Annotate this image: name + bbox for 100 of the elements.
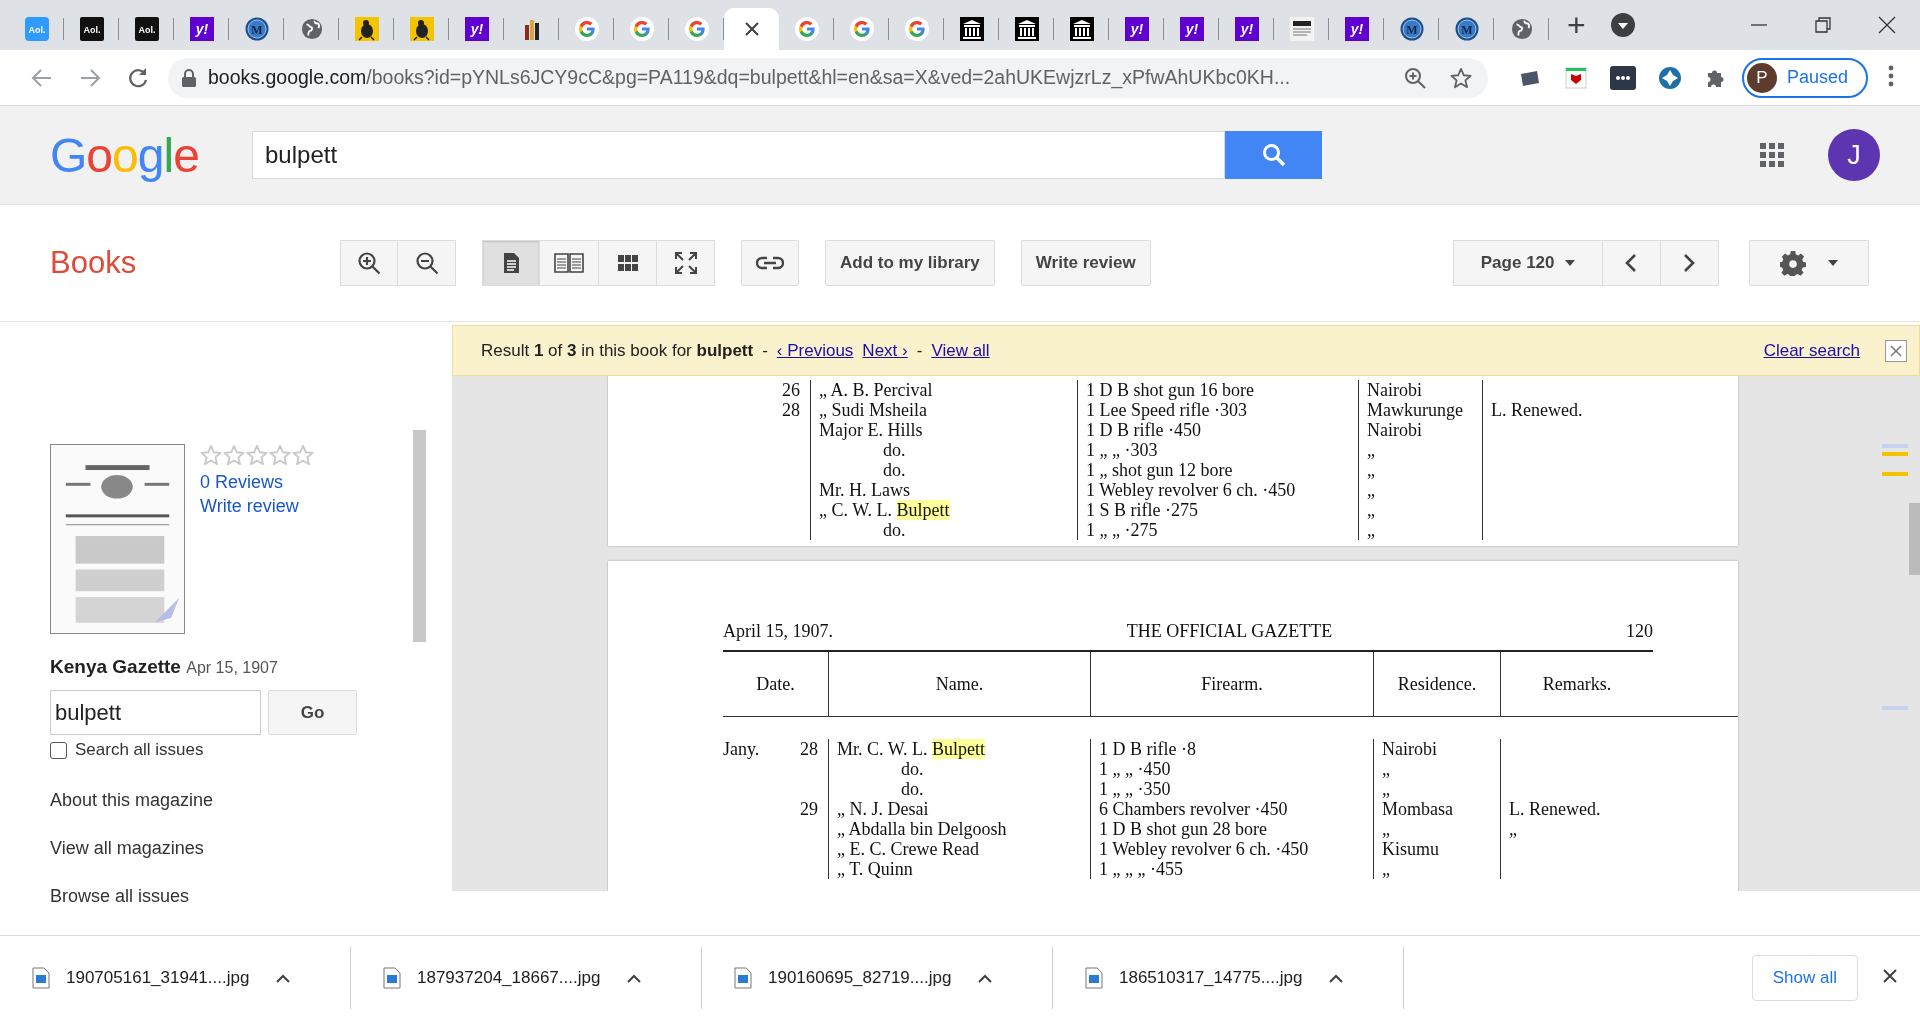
search-in-book-field[interactable]: bulpett: [50, 690, 261, 735]
search-button[interactable]: [1225, 131, 1322, 179]
zoom-out-button[interactable]: [398, 240, 456, 286]
back-icon[interactable]: [31, 66, 53, 89]
new-tab-button[interactable]: +: [1561, 9, 1592, 41]
cross-circle-icon[interactable]: [1658, 65, 1682, 90]
browser-tab[interactable]: M: [229, 8, 284, 50]
view-mode-button[interactable]: [540, 240, 599, 286]
go-button[interactable]: Go: [268, 690, 357, 735]
globe-icon: [300, 18, 323, 40]
more-icon[interactable]: [1888, 64, 1895, 87]
search-all-checkbox[interactable]: [50, 741, 67, 759]
yahoo-logo-icon: y!: [1234, 17, 1259, 41]
settings-icon: [1779, 250, 1806, 276]
match-marker[interactable]: [1882, 472, 1908, 476]
download-item[interactable]: 190160695_82719....jpg: [702, 949, 1052, 1007]
next-link[interactable]: Next ›: [862, 340, 908, 361]
name-cell: „ A. B. Percival: [810, 380, 1077, 400]
account-avatar[interactable]: J: [1828, 129, 1880, 181]
reviews-link[interactable]: 0 Reviews: [200, 470, 314, 494]
firearm-cell: 1 „ „ ·450: [1090, 759, 1373, 779]
page-dropdown[interactable]: Page 120: [1452, 240, 1603, 286]
image-file-icon: [734, 967, 752, 989]
zoom-out-icon: [414, 251, 439, 275]
browser-tab[interactable]: y!: [1109, 8, 1164, 50]
separator-text: -: [762, 340, 768, 361]
close-icon[interactable]: [1882, 968, 1898, 984]
zoom-icon[interactable]: [1404, 66, 1426, 89]
browser-tab[interactable]: M: [1384, 8, 1439, 50]
page-title: THE OFFICIAL GAZETTE: [1126, 621, 1333, 642]
link-icon: [756, 256, 784, 270]
view-mode-button[interactable]: [482, 240, 540, 286]
show-all-button[interactable]: Show all: [1751, 955, 1858, 1001]
browser-tab[interactable]: Aol.: [119, 8, 174, 50]
dots-icon[interactable]: [1610, 65, 1636, 90]
residence-cell: „: [1358, 440, 1482, 460]
checkbox-label[interactable]: Search all issues: [75, 740, 204, 760]
sidebar-link[interactable]: About this magazine: [50, 790, 452, 811]
firearm-cell: 1 Webley revolver 6 ch. ·450: [1090, 839, 1373, 859]
m-logo-icon: M: [244, 17, 269, 41]
link-button[interactable]: [741, 240, 799, 286]
scrollbar-thumb[interactable]: [413, 430, 426, 642]
browser-tab[interactable]: [724, 8, 779, 50]
g-logo-icon: [794, 17, 819, 41]
download-item[interactable]: 190705161_31941....jpg: [0, 949, 350, 1007]
write-review-link[interactable]: Write review: [200, 494, 314, 518]
g-logo-icon: [684, 17, 709, 41]
download-item[interactable]: 186510317_14775....jpg: [1053, 949, 1403, 1007]
forward-icon[interactable]: [79, 66, 101, 89]
residence-cell: „: [1373, 859, 1500, 879]
sidebar-link[interactable]: View all magazines: [50, 838, 452, 859]
url-text: books.google.com/books?id=pYNLs6JCY9cC&pg=PA119&dq=bulpett&hl=en&sa=X&ved=2ahUKEwjzrLz_xPfwAhUKbc0KH...: [208, 66, 1292, 89]
apps-grid-icon[interactable]: [1760, 143, 1784, 167]
scrollbar-thumb[interactable]: [1909, 503, 1920, 575]
browser-tab[interactable]: y!: [1164, 8, 1219, 50]
address-bar[interactable]: books.google.com/books?id=pYNLs6JCY9cC&pg=PA119&dq=bulpett&hl=en&sa=X&ved=2ahUKEwjzrLz_xPfwAhUKbc0KH...: [168, 57, 1488, 98]
page-icon: [501, 252, 521, 274]
column-header: Firearm.: [1090, 652, 1373, 716]
sidebar-link[interactable]: Browse all issues: [50, 886, 452, 907]
star-rating[interactable]: [200, 444, 314, 466]
browser-tab[interactable]: y!: [449, 8, 504, 50]
browser-tab[interactable]: y!: [174, 8, 229, 50]
browser-tab[interactable]: y!: [1219, 8, 1274, 50]
shield-icon[interactable]: [1564, 65, 1588, 90]
view-mode-button[interactable]: [657, 240, 715, 286]
browser-tab[interactable]: y!: [1329, 8, 1384, 50]
close-icon[interactable]: [1878, 16, 1896, 34]
view-all-link[interactable]: View all: [931, 340, 990, 361]
download-item[interactable]: 187937204_18667....jpg: [351, 949, 701, 1007]
reload-icon[interactable]: [127, 66, 149, 89]
clear-search-link[interactable]: Clear search: [1763, 340, 1860, 361]
view-mode-button[interactable]: [599, 240, 657, 286]
search-icon: [1261, 143, 1286, 167]
name-cell: „ Sudi Msheila: [810, 400, 1077, 420]
add-to-library-button[interactable]: Add to my library: [825, 240, 995, 286]
tab-search-icon[interactable]: [1610, 12, 1636, 38]
profile-button[interactable]: P Paused: [1742, 57, 1869, 98]
bookmark-star-icon[interactable]: [1450, 66, 1472, 89]
column-header: Residence.: [1373, 652, 1500, 716]
browser-tab[interactable]: M: [1439, 8, 1494, 50]
browser-tab[interactable]: Aol.: [64, 8, 119, 50]
close-icon[interactable]: [743, 21, 760, 37]
columns-icon: [1014, 17, 1039, 41]
residence-cell: „: [1373, 819, 1500, 839]
search-field[interactable]: bulpett: [252, 131, 1225, 179]
settings-button[interactable]: [1748, 240, 1869, 286]
aol-logo-icon: Aol.: [79, 17, 104, 41]
residence-cell: Nairobi: [1373, 739, 1500, 759]
write-review-button[interactable]: Write review: [1020, 240, 1151, 286]
books-heading[interactable]: Books: [50, 245, 340, 281]
column-header: Date.: [755, 672, 796, 696]
close-button[interactable]: [1885, 339, 1907, 362]
previous-link[interactable]: ‹ Previous: [776, 340, 854, 361]
globe-icon: [1510, 18, 1533, 40]
zoom-in-button[interactable]: [340, 240, 398, 286]
match-marker[interactable]: [1882, 452, 1908, 456]
restore-icon[interactable]: [1814, 16, 1832, 34]
remarks-cell: L. Renewed.: [1482, 400, 1632, 420]
firearm-cell: 1 „ „ ·303: [1077, 440, 1358, 460]
name-cell: Major E. Hills: [810, 420, 1077, 440]
